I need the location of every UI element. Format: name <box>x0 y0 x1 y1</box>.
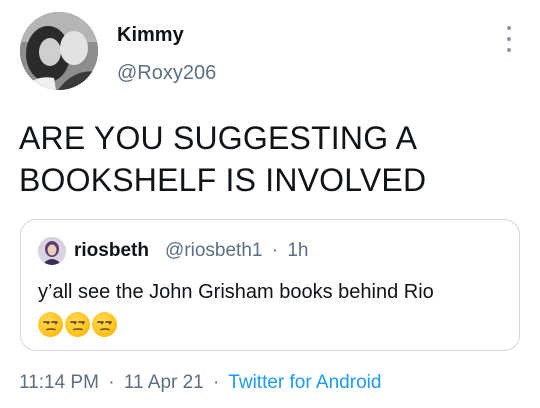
quoted-tweet-card[interactable]: riosbeth @riosbeth1 · 1h y’all see the J… <box>20 219 520 351</box>
author-display-name[interactable]: Kimmy <box>117 24 184 47</box>
tweet-date[interactable]: 11 Apr 21 <box>124 372 204 393</box>
author-avatar[interactable] <box>20 12 98 90</box>
footer-separator: · <box>108 372 115 393</box>
unamused-face-icon <box>92 312 117 337</box>
more-dot <box>507 37 511 41</box>
quoted-handle[interactable]: @riosbeth1 <box>165 240 262 261</box>
unamused-face-icon <box>65 312 90 337</box>
tweet-time[interactable]: 11:14 PM <box>19 372 99 393</box>
quoted-meta: @riosbeth1 · 1h <box>165 240 308 262</box>
avatar-photo-icon <box>20 12 98 90</box>
quoted-emoji-row <box>38 312 117 337</box>
quoted-separator: · <box>271 240 279 261</box>
footer-separator: · <box>213 372 220 393</box>
tweet-text: ARE YOU SUGGESTING A BOOKSHELF IS INVOLV… <box>19 120 427 198</box>
tweet-footer: 11:14 PM · 11 Apr 21 · Twitter for Andro… <box>19 372 381 394</box>
unamused-face-icon <box>38 312 63 337</box>
quoted-author-avatar[interactable] <box>38 237 66 265</box>
quoted-tweet-text: y’all see the John Grisham books behind … <box>38 281 434 303</box>
quoted-time[interactable]: 1h <box>287 240 308 261</box>
more-dot <box>507 26 511 30</box>
more-dot <box>507 48 511 52</box>
quoted-display-name[interactable]: riosbeth <box>74 240 149 262</box>
author-handle[interactable]: @Roxy206 <box>117 62 216 85</box>
quoted-avatar-photo-icon <box>38 237 66 265</box>
tweet-source-link[interactable]: Twitter for Android <box>228 372 381 393</box>
more-options-icon[interactable] <box>502 26 516 52</box>
